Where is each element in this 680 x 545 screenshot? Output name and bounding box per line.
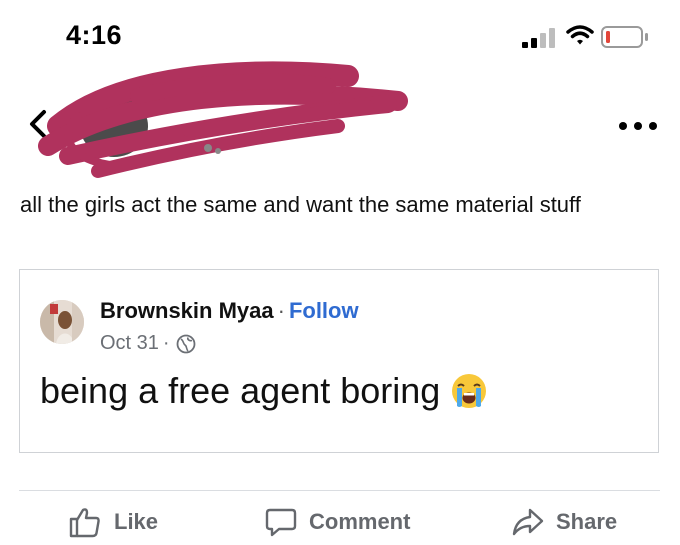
shared-post-text: being a free agent boring bbox=[40, 370, 441, 411]
shared-post-card[interactable]: Brownskin Myaa · Follow Oct 31 · being a f… bbox=[19, 269, 659, 453]
like-label: Like bbox=[114, 509, 159, 534]
more-options-icon[interactable] bbox=[616, 118, 660, 134]
shared-post-date[interactable]: Oct 31 bbox=[100, 332, 159, 355]
wifi-icon bbox=[566, 25, 594, 45]
separator-dot: · bbox=[277, 298, 285, 323]
loudly-crying-face-icon bbox=[452, 374, 487, 408]
cellular-signal-icon bbox=[522, 28, 555, 48]
follow-button[interactable]: Follow bbox=[289, 298, 359, 323]
post-caption: all the girls act the same and want the … bbox=[20, 192, 581, 217]
shared-post-meta: Oct 31 · bbox=[100, 332, 196, 355]
share-arrow-icon bbox=[512, 508, 544, 536]
shared-author-line: Brownskin Myaa · Follow bbox=[100, 298, 359, 324]
battery-icon bbox=[601, 26, 648, 48]
share-button[interactable]: Share bbox=[512, 500, 617, 544]
comment-bubble-icon bbox=[265, 508, 297, 537]
action-divider bbox=[19, 490, 660, 491]
shared-author-name[interactable]: Brownskin Myaa bbox=[100, 298, 274, 323]
post-action-bar: Like Comment Share bbox=[0, 500, 680, 545]
shared-author-avatar[interactable] bbox=[40, 300, 84, 344]
globe-icon bbox=[176, 334, 195, 353]
like-button[interactable]: Like bbox=[68, 500, 158, 544]
shared-post-body: being a free agent boring bbox=[40, 370, 488, 412]
comment-button[interactable]: Comment bbox=[265, 500, 410, 544]
avatar-photo-icon bbox=[40, 300, 84, 344]
status-time: 4:16 bbox=[66, 20, 123, 50]
thumbs-up-icon bbox=[69, 508, 100, 538]
redaction-scribble bbox=[38, 61, 408, 178]
comment-label: Comment bbox=[309, 509, 411, 534]
separator-dot: · bbox=[162, 332, 170, 354]
share-label: Share bbox=[556, 509, 618, 534]
